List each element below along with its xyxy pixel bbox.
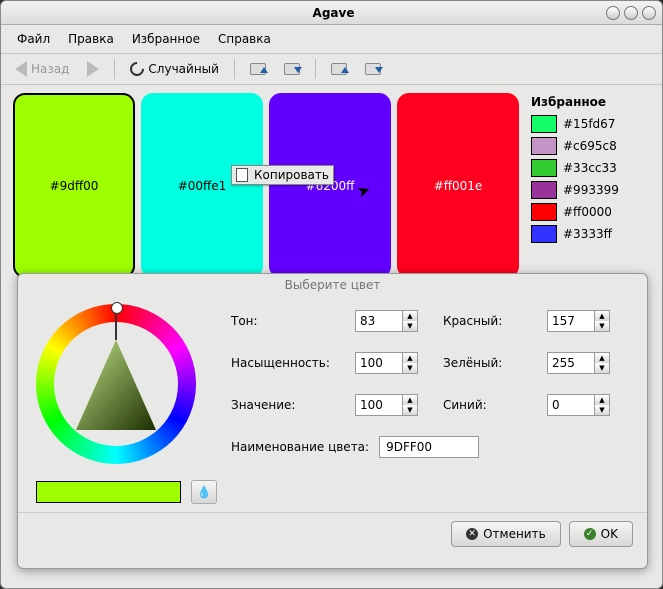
- arrow-left-icon: [15, 61, 27, 77]
- fav-import-button[interactable]: [359, 60, 387, 78]
- hue-input[interactable]: [355, 310, 403, 332]
- color-wheel[interactable]: [36, 304, 196, 464]
- maximize-button[interactable]: [624, 6, 638, 20]
- spin-up[interactable]: ▲: [595, 395, 609, 405]
- close-button[interactable]: [642, 6, 656, 20]
- menubar: Файл Правка Избранное Справка: [1, 25, 662, 54]
- context-menu-copy[interactable]: Копировать: [254, 168, 329, 182]
- color-picker-dialog: Выберите цвет Тон: ▲▼ Красный: ▲▼ Насыще…: [17, 273, 648, 569]
- swatch-2[interactable]: #00ffe1: [141, 93, 263, 278]
- context-menu: Копировать: [231, 165, 334, 185]
- cancel-button[interactable]: ✕Отменить: [451, 521, 561, 547]
- spin-down[interactable]: ▼: [403, 321, 417, 331]
- hue-handle[interactable]: [115, 304, 117, 340]
- label-sat: Насыщенность:: [231, 356, 341, 370]
- label-red: Красный:: [443, 314, 533, 328]
- label-blue: Синий:: [443, 398, 533, 412]
- arrow-right-icon: [87, 61, 99, 77]
- favorite-swatch: [531, 181, 557, 199]
- menu-help[interactable]: Справка: [210, 29, 279, 49]
- fav-export-button[interactable]: [325, 60, 353, 78]
- val-input[interactable]: [355, 394, 403, 416]
- label-colorname: Наименование цвета:: [231, 440, 369, 454]
- window-title: Agave: [61, 6, 606, 20]
- menu-favorites[interactable]: Избранное: [124, 29, 208, 49]
- favorite-item[interactable]: #ff0000: [531, 203, 650, 221]
- ok-icon: ✓: [584, 528, 596, 540]
- spin-down[interactable]: ▼: [403, 363, 417, 373]
- minimize-button[interactable]: [606, 6, 620, 20]
- spin-up[interactable]: ▲: [403, 311, 417, 321]
- menu-edit[interactable]: Правка: [60, 29, 122, 49]
- favorites-title: Избранное: [531, 93, 650, 115]
- green-input[interactable]: [547, 352, 595, 374]
- favorite-swatch: [531, 115, 557, 133]
- label-green: Зелёный:: [443, 356, 533, 370]
- toolbar: Назад Случайный: [1, 54, 662, 85]
- favorites-sidebar: Избранное #15fd67 #c695c8 #33cc33 #99339…: [531, 93, 650, 278]
- favorite-swatch: [531, 225, 557, 243]
- blue-input[interactable]: [547, 394, 595, 416]
- swatch-1[interactable]: #9dff00: [13, 93, 135, 278]
- colorname-input[interactable]: [379, 436, 479, 458]
- swatch-3[interactable]: #6200ff: [269, 93, 391, 278]
- spin-up[interactable]: ▲: [403, 353, 417, 363]
- folder-icon: [365, 63, 381, 75]
- swatch-4[interactable]: #ff001e: [397, 93, 519, 278]
- back-button[interactable]: Назад: [9, 58, 75, 80]
- spin-down[interactable]: ▼: [595, 405, 609, 415]
- dialog-title: Выберите цвет: [18, 274, 647, 296]
- random-button[interactable]: Случайный: [124, 59, 225, 79]
- ok-button[interactable]: ✓OK: [569, 521, 633, 547]
- favorite-swatch: [531, 137, 557, 155]
- favorite-item[interactable]: #3333ff: [531, 225, 650, 243]
- label-val: Значение:: [231, 398, 341, 412]
- scheme-import-button[interactable]: [278, 60, 306, 78]
- favorite-item[interactable]: #c695c8: [531, 137, 650, 155]
- spin-down[interactable]: ▼: [595, 363, 609, 373]
- copy-icon: [236, 168, 248, 182]
- scheme-export-button[interactable]: [244, 60, 272, 78]
- spin-down[interactable]: ▼: [595, 321, 609, 331]
- swatch-row: #9dff00 #00ffe1 #6200ff #ff001e Копирова…: [13, 93, 519, 278]
- red-input[interactable]: [547, 310, 595, 332]
- spin-up[interactable]: ▲: [403, 395, 417, 405]
- folder-icon: [250, 63, 266, 75]
- cancel-icon: ✕: [466, 528, 478, 540]
- eyedropper-icon: 💧: [197, 485, 212, 499]
- spin-down[interactable]: ▼: [403, 405, 417, 415]
- favorite-swatch: [531, 203, 557, 221]
- preview-swatch: [36, 481, 181, 503]
- menu-file[interactable]: Файл: [9, 29, 58, 49]
- folder-icon: [331, 63, 347, 75]
- spin-up[interactable]: ▲: [595, 353, 609, 363]
- sat-input[interactable]: [355, 352, 403, 374]
- spin-up[interactable]: ▲: [595, 311, 609, 321]
- label-hue: Тон:: [231, 314, 341, 328]
- color-triangle[interactable]: [76, 340, 156, 430]
- forward-button[interactable]: [81, 58, 105, 80]
- reload-icon: [128, 59, 148, 79]
- favorite-item[interactable]: #993399: [531, 181, 650, 199]
- favorite-item[interactable]: #33cc33: [531, 159, 650, 177]
- favorite-item[interactable]: #15fd67: [531, 115, 650, 133]
- folder-icon: [284, 63, 300, 75]
- eyedropper-button[interactable]: 💧: [191, 480, 217, 504]
- favorite-swatch: [531, 159, 557, 177]
